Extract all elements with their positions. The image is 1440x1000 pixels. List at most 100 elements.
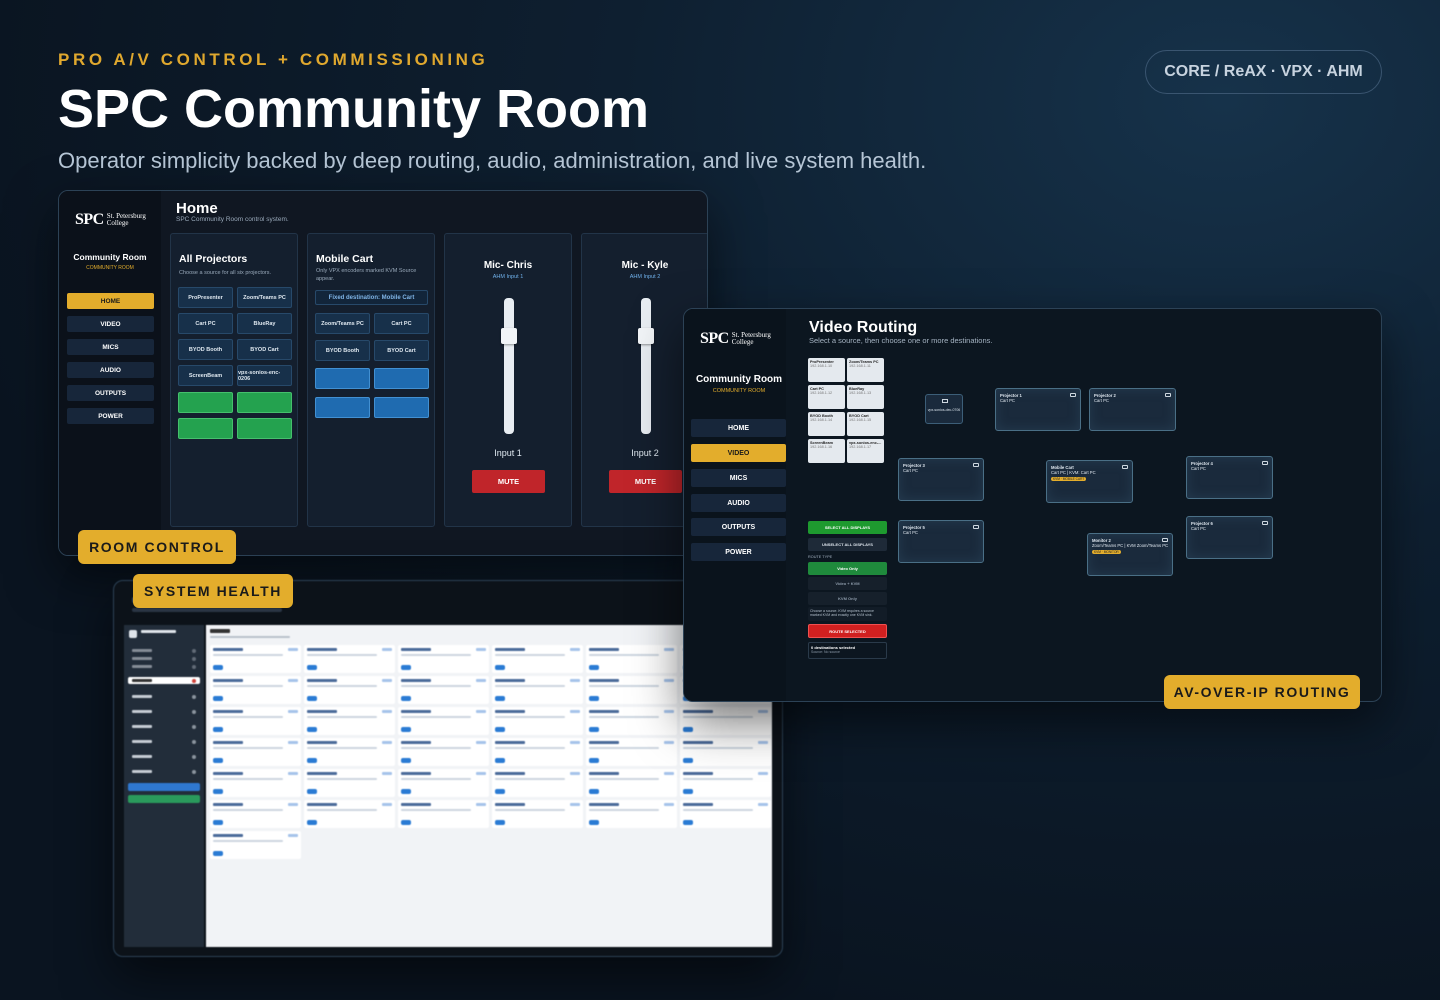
- health-nav-item[interactable]: [128, 753, 200, 760]
- health-device-card[interactable]: [210, 676, 301, 704]
- nav-outputs[interactable]: OUTPUTS: [691, 518, 786, 536]
- nav-outputs[interactable]: OUTPUTS: [67, 385, 154, 401]
- source-button-empty[interactable]: [315, 368, 370, 389]
- health-action-button[interactable]: [128, 783, 200, 791]
- destination-card[interactable]: Mobile Cart Cart PC | KVM: Cart PC KVM · M…: [1046, 460, 1133, 503]
- nav-power[interactable]: POWER: [67, 408, 154, 424]
- decoder-node[interactable]: vpx-sonios-dec-0706: [925, 394, 963, 424]
- health-device-card[interactable]: [304, 769, 395, 797]
- health-nav-item[interactable]: [128, 708, 200, 715]
- nav-home[interactable]: HOME: [67, 293, 154, 309]
- nav-home[interactable]: HOME: [691, 419, 786, 437]
- source-button[interactable]: ProPresenter: [178, 287, 233, 308]
- source-button[interactable]: ScreenBeam: [178, 365, 233, 386]
- destination-card[interactable]: Projector 6 Cart PC: [1186, 516, 1273, 559]
- select-all-button[interactable]: SELECT ALL DISPLAYS: [808, 521, 887, 534]
- source-button[interactable]: BYOD Booth: [178, 339, 233, 360]
- source-button[interactable]: BYOD Cart: [374, 340, 429, 361]
- health-device-card[interactable]: [398, 769, 489, 797]
- route-selected-button[interactable]: ROUTE SELECTED: [808, 624, 887, 638]
- health-device-card[interactable]: [304, 707, 395, 735]
- health-device-card[interactable]: [398, 707, 489, 735]
- health-device-card[interactable]: [586, 707, 677, 735]
- destination-card[interactable]: Monitor 2 Zoom/Teams PC | KVM Zoom/Teams …: [1087, 533, 1173, 576]
- health-nav-item[interactable]: [128, 768, 200, 775]
- source-button[interactable]: Zoom/Teams PC: [315, 313, 370, 334]
- mute-button[interactable]: MUTE: [472, 470, 545, 493]
- health-device-card[interactable]: [210, 738, 301, 766]
- video-source[interactable]: Zoom/Teams PC 192.168.1.11: [847, 358, 884, 382]
- mic-fader[interactable]: [638, 298, 654, 434]
- source-button[interactable]: Cart PC: [178, 313, 233, 334]
- health-nav-item[interactable]: [128, 655, 200, 662]
- video-source[interactable]: BYOD Booth 192.168.1.14: [808, 412, 845, 436]
- fader-knob[interactable]: [501, 328, 517, 344]
- health-device-card[interactable]: [586, 738, 677, 766]
- health-device-card[interactable]: [398, 676, 489, 704]
- health-device-card[interactable]: [304, 645, 395, 673]
- source-button-empty[interactable]: [237, 392, 292, 413]
- health-device-card[interactable]: [210, 800, 301, 828]
- health-device-card[interactable]: [680, 707, 771, 735]
- nav-mics[interactable]: MICS: [691, 469, 786, 487]
- health-nav-item[interactable]: [128, 738, 200, 745]
- health-device-card[interactable]: [210, 645, 301, 673]
- health-nav-active[interactable]: [128, 677, 200, 684]
- destination-card[interactable]: Projector 5 Cart PC: [898, 520, 984, 563]
- source-button-empty[interactable]: [315, 397, 370, 418]
- destination-card[interactable]: Projector 4 Cart PC: [1186, 456, 1273, 499]
- source-button[interactable]: Zoom/Teams PC: [237, 287, 292, 308]
- health-device-card[interactable]: [680, 800, 771, 828]
- mute-button[interactable]: MUTE: [609, 470, 682, 493]
- health-device-card[interactable]: [586, 645, 677, 673]
- source-button[interactable]: BYOD Cart: [237, 339, 292, 360]
- source-button-empty[interactable]: [374, 368, 429, 389]
- destination-card[interactable]: Projector 3 Cart PC: [898, 458, 984, 501]
- video-source[interactable]: BlueRay 192.168.1.13: [847, 385, 884, 409]
- nav-video[interactable]: VIDEO: [67, 316, 154, 332]
- health-device-card[interactable]: [680, 738, 771, 766]
- health-device-card[interactable]: [398, 800, 489, 828]
- source-button[interactable]: BYOD Booth: [315, 340, 370, 361]
- health-device-card[interactable]: [492, 676, 583, 704]
- source-button-empty[interactable]: [237, 418, 292, 439]
- video-kvm-button[interactable]: Video + KVM: [808, 577, 887, 590]
- health-device-card[interactable]: [492, 738, 583, 766]
- health-device-card[interactable]: [492, 800, 583, 828]
- video-only-button[interactable]: Video Only: [808, 562, 887, 575]
- nav-audio[interactable]: AUDIO: [691, 494, 786, 512]
- health-device-card[interactable]: [492, 769, 583, 797]
- health-device-card[interactable]: [304, 738, 395, 766]
- health-device-card[interactable]: [586, 676, 677, 704]
- health-device-card[interactable]: [304, 800, 395, 828]
- health-device-card[interactable]: [210, 769, 301, 797]
- video-source[interactable]: ProPresenter 192.168.1.10: [808, 358, 845, 382]
- health-nav-item[interactable]: [128, 663, 200, 670]
- destination-card[interactable]: Projector 2 Cart PC: [1089, 388, 1176, 431]
- source-button-empty[interactable]: [178, 392, 233, 413]
- health-device-card[interactable]: [680, 769, 771, 797]
- health-action-button[interactable]: [128, 795, 200, 803]
- video-source[interactable]: Cart PC 192.168.1.12: [808, 385, 845, 409]
- source-button-empty[interactable]: [178, 418, 233, 439]
- video-source[interactable]: BYOD Cart 192.168.1.15: [847, 412, 884, 436]
- nav-audio[interactable]: AUDIO: [67, 362, 154, 378]
- health-device-card[interactable]: [398, 645, 489, 673]
- kvm-only-button[interactable]: KVM Only: [808, 592, 887, 605]
- unselect-all-button[interactable]: UNSELECT ALL DISPLAYS: [808, 538, 887, 551]
- nav-power[interactable]: POWER: [691, 543, 786, 561]
- health-device-card[interactable]: [586, 800, 677, 828]
- health-nav-item[interactable]: [128, 647, 200, 654]
- nav-video[interactable]: VIDEO: [691, 444, 786, 462]
- health-device-card[interactable]: [210, 831, 301, 859]
- source-button[interactable]: vpx-sonios-enc-0206: [237, 365, 292, 386]
- health-device-card[interactable]: [586, 769, 677, 797]
- source-button[interactable]: BlueRay: [237, 313, 292, 334]
- health-nav-item[interactable]: [128, 723, 200, 730]
- fader-knob[interactable]: [638, 328, 654, 344]
- source-button-empty[interactable]: [374, 397, 429, 418]
- destination-card[interactable]: Projector 1 Cart PC: [995, 388, 1081, 431]
- health-device-card[interactable]: [398, 738, 489, 766]
- video-source[interactable]: ScreenBeam 192.168.1.16: [808, 439, 845, 463]
- source-button[interactable]: Cart PC: [374, 313, 429, 334]
